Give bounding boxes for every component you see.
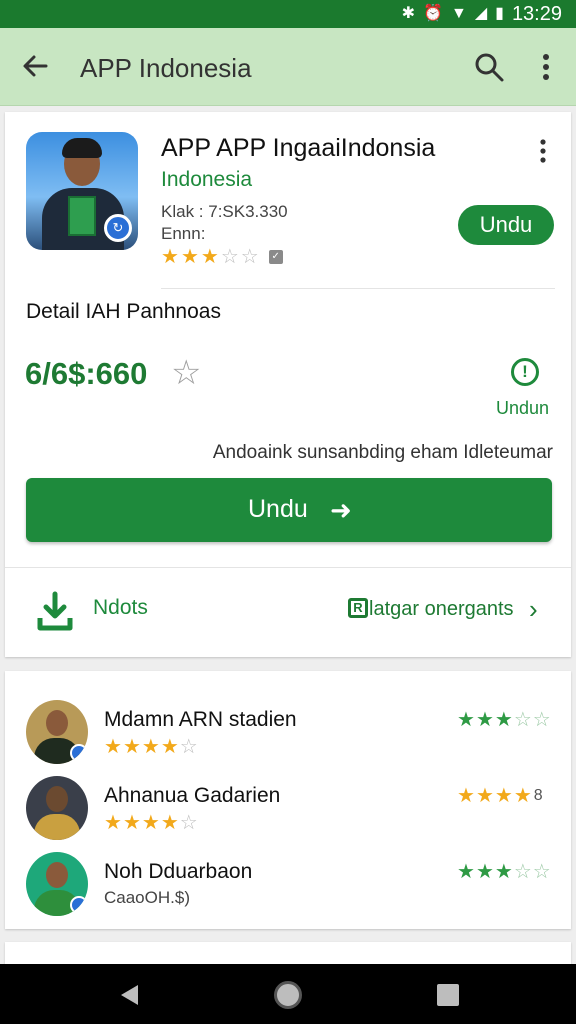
app-bar-title: APP Indonesia <box>80 53 252 83</box>
battery-icon: ▮ <box>495 5 504 22</box>
review-secondary-stars: ★ ★ ★ ★ 8 <box>457 785 543 807</box>
chevron-right-icon[interactable]: › <box>529 594 538 625</box>
verified-badge-icon <box>70 744 88 762</box>
checkbox-icon: ✓ <box>268 250 283 264</box>
review-subtext: CaaoOH.$) <box>104 888 190 907</box>
review-rating-stars: ★ ★ ★ ★ ☆ <box>104 812 198 834</box>
wishlist-star-icon[interactable]: ☆ <box>171 356 201 390</box>
reviews-card: Mdamn ARN stadien ★ ★ ★ ★ ☆ ★ ★ ★ ☆ ☆ Ahnanua Ga… <box>5 671 571 929</box>
nav-back-icon[interactable] <box>118 983 140 1007</box>
divider <box>161 288 555 289</box>
app-bar: APP Indonesia <box>0 28 576 106</box>
card-more-vert-icon[interactable] <box>535 138 551 164</box>
app-detail-card: ↻ APP APP IngaaiIndonsia Indonesia Klak … <box>5 112 571 657</box>
back-arrow-icon[interactable] <box>18 48 54 84</box>
status-time: 13:29 <box>511 3 562 25</box>
more-vert-icon[interactable] <box>534 52 558 82</box>
arrow-right-icon: ➜ <box>330 495 352 525</box>
avatar <box>26 852 88 916</box>
app-name: APP APP IngaaiIndonsia <box>161 134 436 162</box>
star-full-icon: ★ <box>161 246 179 268</box>
nav-recents-icon[interactable] <box>437 984 459 1006</box>
review-item[interactable]: Mdamn ARN stadien ★ ★ ★ ★ ☆ ★ ★ ★ ☆ ☆ <box>5 700 571 772</box>
related-apps-label[interactable]: latgar onergants <box>369 598 514 621</box>
star-full-icon: ★ <box>200 246 219 268</box>
divider <box>5 567 571 568</box>
app-icon[interactable]: ↻ <box>26 132 138 250</box>
review-item[interactable]: Noh Dduarbaon CaaoOH.$) ★ ★ ★ ☆ ☆ <box>5 852 571 924</box>
review-secondary-stars: ★ ★ ★ ☆ ☆ <box>457 861 551 883</box>
alert-icon[interactable]: ! <box>511 358 539 386</box>
app-rating-stars: ★ ★ ★ ☆ ☆ ✓ <box>161 246 283 268</box>
section-title: Detail IAH Panhnoas <box>26 300 221 323</box>
reviewer-name: Mdamn ARN stadien <box>104 708 297 731</box>
reviewer-name: Ahnanua Gadarien <box>104 784 281 807</box>
review-secondary-stars: ★ ★ ★ ☆ ☆ <box>457 709 551 731</box>
app-meta-label: Ennn: <box>161 224 206 243</box>
alert-label[interactable]: Undun <box>496 398 549 419</box>
verified-badge-icon <box>70 896 88 914</box>
reviewer-name: Noh Dduarbaon <box>104 860 253 883</box>
related-apps-icon: R <box>348 598 368 618</box>
star-empty-icon: ☆ <box>240 246 259 268</box>
wifi-icon: ▼ <box>450 5 467 22</box>
bluetooth-icon: ✱ <box>401 5 416 22</box>
review-item[interactable]: Ahnanua Gadarien ★ ★ ★ ★ ☆ ★ ★ ★ ★ 8 <box>5 776 571 848</box>
star-full-icon: ★ <box>180 246 199 268</box>
install-button-label: Undu <box>248 495 308 523</box>
review-secondary-text: 8 <box>533 787 543 804</box>
app-meta-size: Klak : 7:SK3.330 <box>161 202 288 221</box>
verified-badge-icon: ↻ <box>104 214 132 242</box>
review-rating-stars: ★ ★ ★ ★ ☆ <box>104 736 198 758</box>
navigation-bar <box>0 964 576 1024</box>
search-icon[interactable] <box>472 50 506 84</box>
price-label: 6/6$:660 <box>25 356 148 391</box>
app-developer[interactable]: Indonesia <box>161 168 252 192</box>
status-bar: ✱ ⏰ ▼ ◢ ▮ 13:29 <box>0 0 576 28</box>
downloads-label[interactable]: Ndots <box>93 596 148 620</box>
signal-icon: ◢ <box>474 5 488 22</box>
avatar <box>26 700 88 764</box>
install-button[interactable]: Undu ➜ <box>26 478 552 542</box>
download-icon[interactable] <box>36 590 74 632</box>
description-text: Andoaink sunsanbding eham Idleteumar <box>212 442 553 463</box>
alarm-icon: ⏰ <box>423 5 443 22</box>
install-button-small[interactable]: Undu <box>458 205 554 245</box>
star-empty-icon: ☆ <box>220 246 239 268</box>
avatar <box>26 776 88 840</box>
nav-home-icon[interactable] <box>274 981 302 1009</box>
